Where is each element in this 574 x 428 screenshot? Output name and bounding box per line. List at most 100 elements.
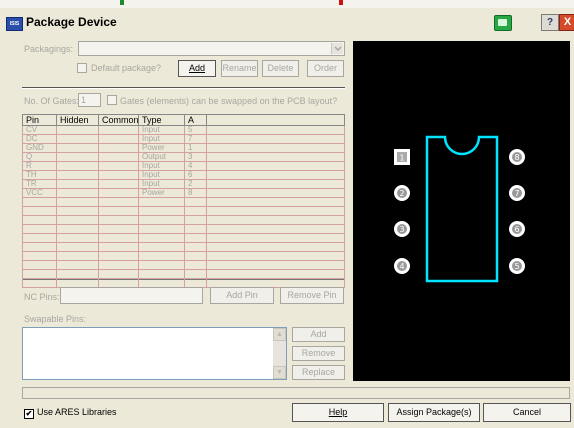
- pad-label: 2: [399, 189, 404, 198]
- gates-count-input[interactable]: 1: [78, 93, 101, 107]
- swapable-pins-list[interactable]: ▲ ▼: [22, 327, 287, 380]
- swapable-remove-button[interactable]: Remove: [292, 346, 345, 361]
- table-row[interactable]: Q Output 3: [22, 152, 345, 162]
- pad-4: 4: [394, 258, 410, 274]
- col-hidden[interactable]: Hidden: [56, 114, 99, 126]
- table-row[interactable]: DC Input 7: [22, 134, 345, 144]
- help-button-label: Help: [328, 407, 348, 417]
- col-a[interactable]: A: [184, 114, 207, 126]
- pin-number[interactable]: 2: [184, 179, 207, 189]
- pin-common[interactable]: [98, 125, 139, 135]
- pin-type: Power: [138, 143, 185, 153]
- table-row-empty: [22, 206, 345, 216]
- pin-common[interactable]: [98, 152, 139, 162]
- table-row-empty: [22, 233, 345, 243]
- table-row[interactable]: VCC Power 8: [22, 188, 345, 198]
- pin-name: R: [22, 161, 57, 171]
- pin-name: CV: [22, 125, 57, 135]
- pin-hidden[interactable]: [56, 170, 99, 180]
- print-icon[interactable]: [494, 15, 512, 31]
- chevron-down-icon: [334, 46, 342, 52]
- pin-hidden[interactable]: [56, 188, 99, 198]
- pin-empty: [206, 188, 345, 198]
- col-pin[interactable]: Pin: [22, 114, 57, 126]
- add-package-button[interactable]: Add: [178, 60, 216, 77]
- table-row-empty: [22, 242, 345, 252]
- pin-number[interactable]: 3: [184, 152, 207, 162]
- scroll-up-icon[interactable]: ▲: [273, 328, 286, 341]
- pin-empty: [206, 161, 345, 171]
- pad-7: 7: [509, 185, 525, 201]
- pin-hidden[interactable]: [56, 125, 99, 135]
- nc-pins-label: NC Pins:: [24, 292, 60, 302]
- scroll-down-icon[interactable]: ▼: [273, 366, 286, 379]
- pin-number[interactable]: 6: [184, 170, 207, 180]
- cancel-button[interactable]: Cancel: [483, 403, 571, 422]
- pin-number[interactable]: 5: [184, 125, 207, 135]
- pin-table-header: Pin Hidden Common Type A: [22, 114, 345, 126]
- pad-label: 7: [514, 189, 519, 198]
- ruler-marker-red: [339, 0, 343, 5]
- pad-label: 5: [514, 262, 519, 271]
- gates-swap-label: Gates (elements) can be swapped on the P…: [120, 96, 338, 106]
- add-pin-button[interactable]: Add Pin: [210, 287, 274, 304]
- help-icon[interactable]: ?: [541, 14, 559, 31]
- pin-number[interactable]: 7: [184, 134, 207, 144]
- col-type[interactable]: Type: [138, 114, 185, 126]
- packagings-dropdown-arrow[interactable]: [331, 43, 343, 54]
- pin-name: TH: [22, 170, 57, 180]
- rename-package-button[interactable]: Rename: [221, 60, 258, 77]
- pad-label: 6: [514, 225, 519, 234]
- table-row[interactable]: R Input 4: [22, 161, 345, 171]
- pad-label: 1: [399, 154, 404, 163]
- remove-pin-button[interactable]: Remove Pin: [280, 287, 344, 304]
- package-preview: 1 2 3 4 8 7 6 5: [353, 41, 570, 381]
- pin-common[interactable]: [98, 170, 139, 180]
- col-common[interactable]: Common: [98, 114, 139, 126]
- delete-package-button[interactable]: Delete: [262, 60, 299, 77]
- table-row[interactable]: CV Input 5: [22, 125, 345, 135]
- pin-hidden[interactable]: [56, 161, 99, 171]
- pin-name: Q: [22, 152, 57, 162]
- gates-swap-checkbox[interactable]: [107, 95, 117, 105]
- pin-name: TR: [22, 179, 57, 189]
- table-row[interactable]: TH Input 6: [22, 170, 345, 180]
- order-package-button[interactable]: Order: [307, 60, 344, 77]
- use-ares-label: Use ARES Libraries: [37, 407, 117, 417]
- gates-label: No. Of Gates:: [24, 96, 80, 106]
- pin-common[interactable]: [98, 161, 139, 171]
- table-row-empty: [22, 215, 345, 225]
- pin-empty: [206, 152, 345, 162]
- pin-number[interactable]: 1: [184, 143, 207, 153]
- close-icon[interactable]: X: [559, 14, 574, 31]
- table-row[interactable]: TR Input 2: [22, 179, 345, 189]
- packagings-select[interactable]: [78, 41, 345, 56]
- pin-common[interactable]: [98, 188, 139, 198]
- pin-table: Pin Hidden Common Type A CV Input 5 DC Inpu…: [22, 114, 345, 288]
- pin-hidden[interactable]: [56, 179, 99, 189]
- pin-common[interactable]: [98, 179, 139, 189]
- table-row-empty: [22, 251, 345, 261]
- pad-label: 4: [399, 262, 404, 271]
- help-button[interactable]: Help: [292, 403, 384, 422]
- pin-number[interactable]: 4: [184, 161, 207, 171]
- pin-number[interactable]: 8: [184, 188, 207, 198]
- swapable-replace-button[interactable]: Replace: [292, 365, 345, 380]
- package-outline: [425, 135, 499, 283]
- swapable-add-button[interactable]: Add: [292, 327, 345, 342]
- default-package-label: Default package?: [91, 63, 162, 73]
- pin-hidden[interactable]: [56, 152, 99, 162]
- pin-common[interactable]: [98, 134, 139, 144]
- use-ares-checkbox[interactable]: ✔: [24, 409, 34, 419]
- pin-common[interactable]: [98, 143, 139, 153]
- assign-packages-button[interactable]: Assign Package(s): [388, 403, 480, 422]
- pad-8: 8: [509, 149, 525, 165]
- table-row[interactable]: GND Power 1: [22, 143, 345, 153]
- default-package-checkbox[interactable]: [77, 63, 87, 73]
- pin-name: GND: [22, 143, 57, 153]
- pin-hidden[interactable]: [56, 134, 99, 144]
- nc-pins-input[interactable]: [60, 287, 203, 304]
- swapable-scrollbar[interactable]: ▲ ▼: [273, 328, 286, 379]
- table-row-empty: [22, 197, 345, 207]
- pin-hidden[interactable]: [56, 143, 99, 153]
